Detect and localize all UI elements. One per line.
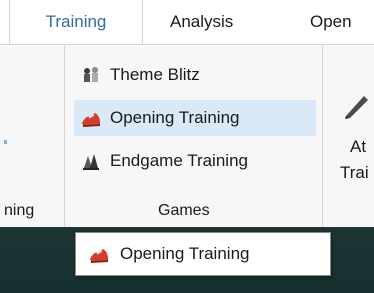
tab-open[interactable]: Open xyxy=(300,0,362,44)
group-label-games: Games xyxy=(158,202,210,219)
theme-blitz-button[interactable]: Theme Blitz xyxy=(74,57,208,93)
red-shoe-icon xyxy=(88,243,110,265)
attack-training-label-line1: At xyxy=(350,137,367,156)
pieces-icon xyxy=(80,150,102,172)
pen-icon xyxy=(342,90,372,125)
attack-training-button[interactable]: At Trai xyxy=(322,45,374,228)
opening-training-label: Opening Training xyxy=(110,108,240,127)
theme-blitz-label: Theme Blitz xyxy=(110,65,200,84)
ribbon-panel: ning Theme Blitz Opening Training Endgam… xyxy=(0,44,374,228)
endgame-training-label: Endgame Training xyxy=(110,151,248,170)
tab-training[interactable]: Training xyxy=(9,0,143,44)
red-shoe-icon xyxy=(80,107,102,129)
opening-training-button[interactable]: Opening Training xyxy=(74,100,316,136)
attack-training-label-line2: Trai xyxy=(340,163,369,182)
accent-mark xyxy=(4,140,7,144)
tab-analysis[interactable]: Analysis xyxy=(160,0,243,44)
ribbon-group-games: Theme Blitz Opening Training Endgame Tra… xyxy=(64,45,323,228)
endgame-training-button[interactable]: Endgame Training xyxy=(74,143,256,179)
opening-training-tooltip: Opening Training xyxy=(75,232,331,276)
tooltip-label: Opening Training xyxy=(120,244,250,263)
group-label-left: ning xyxy=(4,202,35,219)
ribbon-group-left: ning xyxy=(0,45,65,228)
ribbon-tab-bar: Training Analysis Open xyxy=(0,0,374,44)
chess-pieces-icon xyxy=(80,64,102,86)
